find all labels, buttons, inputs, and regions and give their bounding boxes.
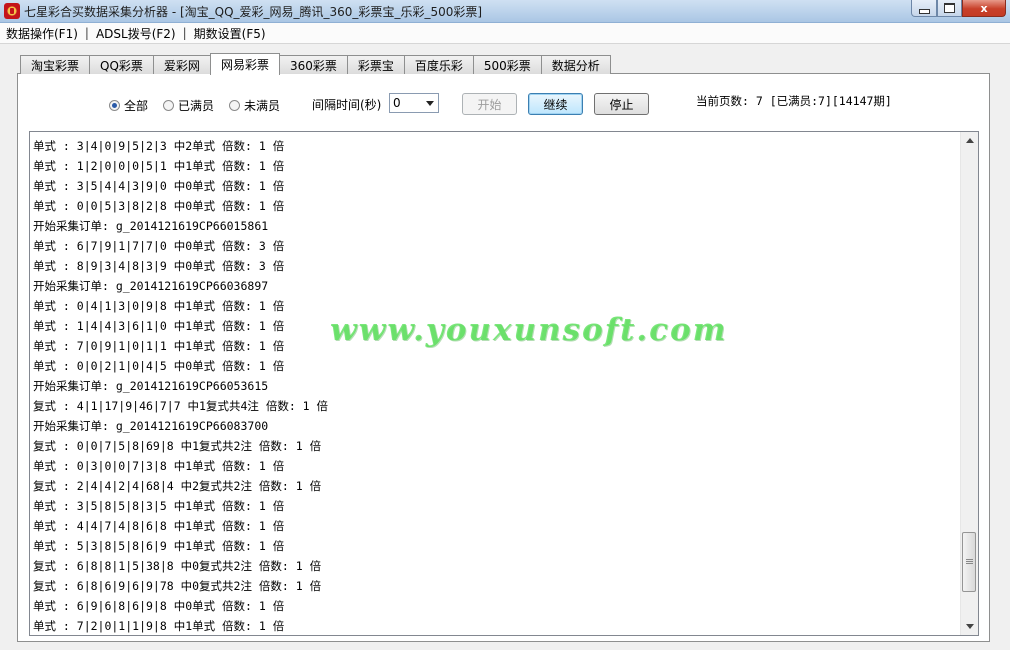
stop-button[interactable]: 停止 — [594, 93, 649, 115]
interval-label: 间隔时间(秒) — [312, 98, 382, 112]
radio-all[interactable]: 全部 — [109, 97, 148, 114]
radio-label: 未满员 — [244, 99, 281, 113]
radio-label: 已满员 — [178, 99, 215, 113]
minimize-button[interactable] — [911, 0, 937, 17]
scroll-down-button[interactable] — [961, 618, 978, 635]
app-logo-icon — [4, 3, 20, 19]
log-line: 复式 : 4|1|17|9|46|7|7 中1复式共4注 倍数: 1 倍 — [33, 399, 329, 413]
tab-500[interactable]: 500彩票 — [472, 55, 542, 74]
menu-period-settings[interactable]: 期数设置(F5) — [188, 25, 272, 42]
radio-selected-icon — [109, 100, 120, 111]
maximize-icon — [944, 3, 955, 13]
tab-qq[interactable]: QQ彩票 — [89, 55, 154, 74]
log-line: 开始采集订单: g_2014121619CP66036897 — [33, 279, 269, 293]
log-line: 开始采集订单: g_2014121619CP66015861 — [33, 219, 269, 233]
log-line: 开始采集订单: g_2014121619CP66083700 — [33, 419, 269, 433]
log-line: 单式 : 5|3|8|5|8|6|9 中1单式 倍数: 1 倍 — [33, 539, 285, 553]
log-line: 单式 : 3|5|8|5|8|3|5 中1单式 倍数: 1 倍 — [33, 499, 285, 513]
maximize-button[interactable] — [937, 0, 962, 17]
tab-data-analysis[interactable]: 数据分析 — [540, 55, 611, 74]
vertical-scrollbar[interactable] — [960, 132, 978, 635]
log-line: 单式 : 1|2|0|0|0|5|1 中1单式 倍数: 1 倍 — [33, 159, 285, 173]
window-controls: x — [911, 0, 1006, 18]
log-line: 单式 : 6|7|9|1|7|7|0 中0单式 倍数: 3 倍 — [33, 239, 285, 253]
title-bar: 七星彩合买数据采集分析器 - [淘宝_QQ_爱彩_网易_腾讯_360_彩票宝_乐… — [0, 0, 1010, 23]
log-line: 复式 : 6|8|6|9|6|9|78 中0复式共2注 倍数: 1 倍 — [33, 579, 322, 593]
continue-button[interactable]: 继续 — [528, 93, 583, 115]
scrollbar-thumb[interactable] — [962, 532, 976, 592]
menu-data-operations[interactable]: 数据操作(F1) — [0, 25, 84, 42]
tab-caipiaobao[interactable]: 彩票宝 — [346, 55, 405, 74]
log-line: 复式 : 0|0|7|5|8|69|8 中1复式共2注 倍数: 1 倍 — [33, 439, 322, 453]
tab-netease[interactable]: 网易彩票 — [209, 53, 280, 75]
grip-icon — [966, 559, 973, 565]
tab-strip: 淘宝彩票 QQ彩票 爱彩网 网易彩票 360彩票 彩票宝 百度乐彩 500彩票 … — [20, 53, 611, 75]
log-line: 复式 : 2|4|4|2|4|68|4 中2复式共2注 倍数: 1 倍 — [33, 479, 322, 493]
close-icon: x — [980, 1, 988, 15]
interval-select[interactable]: 0 — [389, 93, 439, 113]
menu-adsl-dial[interactable]: ADSL拨号(F2) — [90, 25, 182, 42]
tab-taobao[interactable]: 淘宝彩票 — [20, 55, 91, 74]
log-line: 单式 : 0|3|0|0|7|3|8 中1单式 倍数: 1 倍 — [33, 459, 285, 473]
radio-unselected-icon — [229, 100, 240, 111]
tab-aicai[interactable]: 爱彩网 — [152, 55, 211, 74]
log-line: 单式 : 3|4|0|9|5|2|3 中2单式 倍数: 1 倍 — [33, 139, 285, 153]
close-button[interactable]: x — [962, 0, 1006, 17]
log-line: 单式 : 4|4|7|4|8|6|8 中1单式 倍数: 1 倍 — [33, 519, 285, 533]
radio-full[interactable]: 已满员 — [163, 97, 214, 114]
log-line: 单式 : 3|5|4|4|3|9|0 中0单式 倍数: 1 倍 — [33, 179, 285, 193]
log-line: 单式 : 6|9|6|8|6|9|8 中0单式 倍数: 1 倍 — [33, 599, 285, 613]
log-line: 复式 : 6|8|8|1|5|38|8 中0复式共2注 倍数: 1 倍 — [33, 559, 322, 573]
log-line: 开始采集订单: g_2014121619CP66053615 — [33, 379, 269, 393]
tab-baidu-lecai[interactable]: 百度乐彩 — [403, 55, 474, 74]
arrow-down-icon — [965, 624, 974, 629]
watermark-text: www.youxunsoft.com — [330, 312, 728, 348]
menu-bar: 数据操作(F1) | ADSL拨号(F2) | 期数设置(F5) — [0, 23, 1010, 44]
radio-label: 全部 — [124, 99, 149, 113]
log-line: 单式 : 0|0|2|1|0|4|5 中0单式 倍数: 1 倍 — [33, 359, 285, 373]
log-textarea[interactable]: 单式 : 3|4|0|9|5|2|3 中2单式 倍数: 1 倍单式 : 1|2|… — [29, 131, 979, 636]
tab-360[interactable]: 360彩票 — [278, 55, 348, 74]
interval-value: 0 — [393, 96, 401, 110]
minimize-icon — [918, 8, 930, 14]
log-line: 单式 : 8|9|3|4|8|3|9 中0单式 倍数: 3 倍 — [33, 259, 285, 273]
log-line: 单式 : 1|4|4|3|6|1|0 中1单式 倍数: 1 倍 — [33, 319, 285, 333]
chevron-down-icon — [426, 101, 434, 106]
radio-unselected-icon — [163, 100, 174, 111]
log-line: 单式 : 0|0|5|3|8|2|8 中0单式 倍数: 1 倍 — [33, 199, 285, 213]
radio-not-full[interactable]: 未满员 — [229, 97, 280, 114]
page-status: 当前页数: 7 [已满员:7][14147期] — [696, 94, 892, 108]
log-line: 单式 : 7|2|0|1|1|9|8 中1单式 倍数: 1 倍 — [33, 619, 285, 633]
start-button[interactable]: 开始 — [462, 93, 517, 115]
log-line: 单式 : 7|0|9|1|0|1|1 中1单式 倍数: 1 倍 — [33, 339, 285, 353]
arrow-up-icon — [965, 138, 974, 143]
window-title: 七星彩合买数据采集分析器 - [淘宝_QQ_爱彩_网易_腾讯_360_彩票宝_乐… — [24, 5, 483, 19]
scroll-up-button[interactable] — [961, 132, 978, 149]
log-lines: 单式 : 3|4|0|9|5|2|3 中2单式 倍数: 1 倍单式 : 1|2|… — [33, 136, 329, 635]
log-line: 单式 : 0|4|1|3|0|9|8 中1单式 倍数: 1 倍 — [33, 299, 285, 313]
